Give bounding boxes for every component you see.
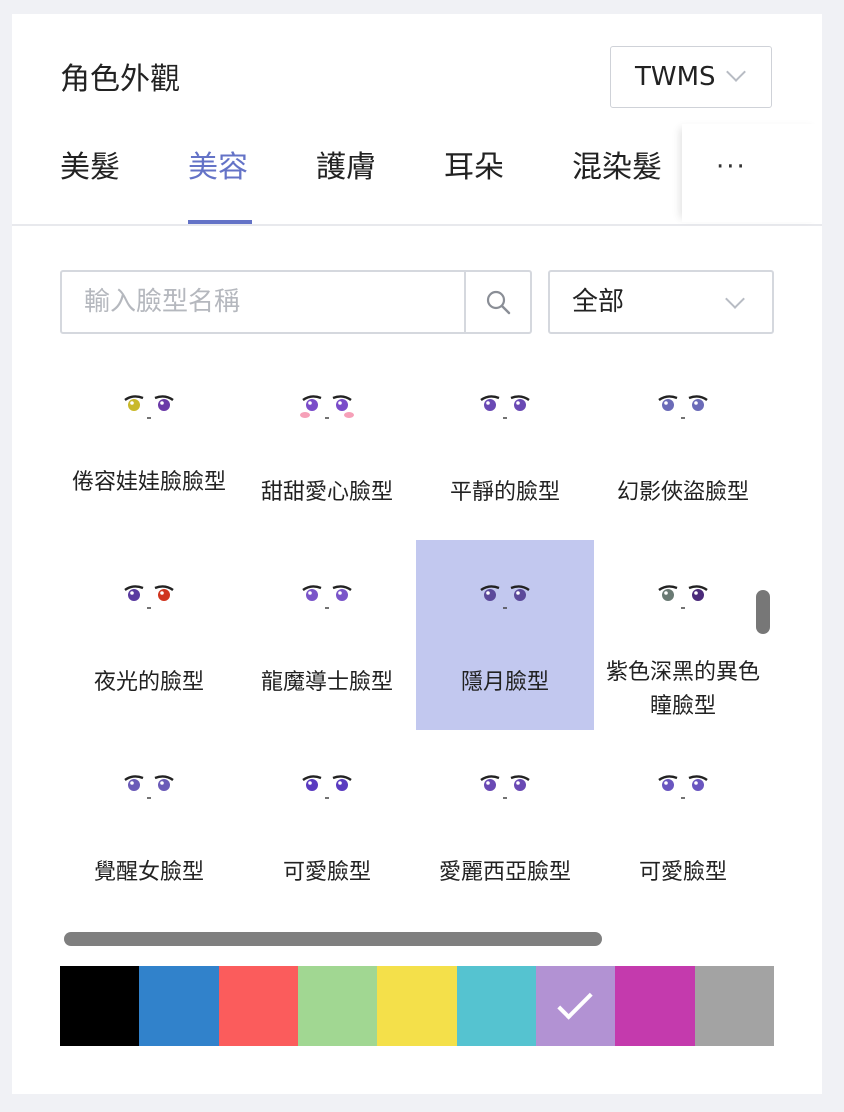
face-item[interactable]: 可愛臉型 (594, 730, 772, 920)
category-filter-select[interactable]: 全部 (548, 270, 774, 334)
color-swatch-yellow[interactable] (377, 966, 457, 1046)
color-swatch-black[interactable] (60, 966, 140, 1046)
tab-mixed-hair[interactable]: 混染髮 (572, 148, 662, 188)
face-item-label: 可愛臉型 (282, 860, 371, 885)
page-title: 角色外觀 (60, 62, 180, 97)
face-preview-icon (658, 585, 708, 609)
face-item-label: 平靜的臉型 (449, 480, 560, 505)
face-item-label: 幻影俠盜臉型 (616, 480, 749, 505)
face-preview-icon (124, 395, 174, 419)
face-item[interactable]: 甜甜愛心臉型 (238, 350, 416, 540)
face-preview-icon (302, 775, 352, 799)
search-button[interactable] (464, 272, 530, 332)
chevron-down-icon (725, 289, 745, 309)
horizontal-scrollbar[interactable] (64, 932, 602, 946)
face-item-label: 覺醒女臉型 (93, 860, 204, 885)
active-tab-indicator (188, 220, 252, 224)
tab-hair[interactable]: 美髮 (60, 148, 120, 188)
face-preview-icon (302, 585, 352, 609)
chevron-down-icon (726, 62, 746, 82)
appearance-panel: 角色外觀 TWMS 美髮 美容 護膚 耳朵 混染髮 ··· 全部 倦容娃娃臉臉型… (12, 14, 822, 1094)
face-item[interactable]: 夜光的臉型 (60, 540, 238, 730)
face-item[interactable]: 龍魔導士臉型 (238, 540, 416, 730)
face-item-label: 夜光的臉型 (93, 670, 204, 695)
face-item-label: 倦容娃娃臉臉型 (71, 470, 226, 495)
color-swatch-red[interactable] (218, 966, 298, 1046)
tab-skin[interactable]: 護膚 (316, 148, 376, 188)
face-preview-icon (480, 395, 530, 419)
face-preview-icon (480, 585, 530, 609)
face-item-label: 可愛臉型 (638, 860, 727, 885)
face-preview-icon (124, 775, 174, 799)
color-swatch-purple[interactable] (535, 966, 616, 1046)
tab-face[interactable]: 美容 (188, 148, 248, 188)
face-item[interactable]: 隱月臉型 (416, 540, 594, 730)
color-palette (60, 966, 774, 1046)
face-preview-icon (658, 395, 708, 419)
search-icon (486, 290, 511, 315)
face-item-label: 紫色深黑的異色瞳臉型 (605, 660, 760, 719)
face-item[interactable]: 平靜的臉型 (416, 350, 594, 540)
face-grid: 倦容娃娃臉臉型 甜甜愛心臉型 平靜的臉型 幻影俠盜臉型夜光的臉型 龍魔導士臉型 隱月臉型 紫… (60, 350, 772, 920)
face-item-label: 隱月臉型 (460, 670, 549, 695)
face-item[interactable]: 倦容娃娃臉臉型 (60, 350, 238, 540)
filter-value: 全部 (572, 287, 625, 317)
face-item-label: 龍魔導士臉型 (260, 670, 393, 695)
face-item[interactable]: 愛麗西亞臉型 (416, 730, 594, 920)
tab-ears[interactable]: 耳朵 (444, 148, 504, 188)
search-box (60, 270, 532, 334)
search-input[interactable] (62, 272, 462, 332)
color-swatch-magenta[interactable] (615, 966, 695, 1046)
color-swatch-gray[interactable] (694, 966, 774, 1046)
color-swatch-cyan[interactable] (456, 966, 536, 1046)
face-item-label: 愛麗西亞臉型 (438, 860, 571, 885)
face-preview-icon (300, 395, 354, 419)
face-item-label: 甜甜愛心臉型 (260, 480, 393, 505)
face-item[interactable]: 可愛臉型 (238, 730, 416, 920)
face-preview-icon (658, 775, 708, 799)
face-preview-icon (124, 585, 174, 609)
region-select[interactable]: TWMS (610, 46, 772, 108)
vertical-scrollbar[interactable] (756, 590, 770, 634)
checkmark-icon (557, 984, 593, 1020)
color-swatch-green[interactable] (297, 966, 378, 1046)
tabs-more-button[interactable]: ··· (682, 124, 822, 222)
face-item[interactable]: 幻影俠盜臉型 (594, 350, 772, 540)
tab-bar: 美髮 美容 護膚 耳朵 混染髮 ··· (12, 124, 822, 226)
face-item[interactable]: 紫色深黑的異色瞳臉型 (594, 540, 772, 730)
region-value: TWMS (635, 62, 716, 92)
face-preview-icon (480, 775, 530, 799)
face-item[interactable]: 覺醒女臉型 (60, 730, 238, 920)
color-swatch-blue[interactable] (139, 966, 219, 1046)
more-icon: ··· (716, 152, 747, 182)
